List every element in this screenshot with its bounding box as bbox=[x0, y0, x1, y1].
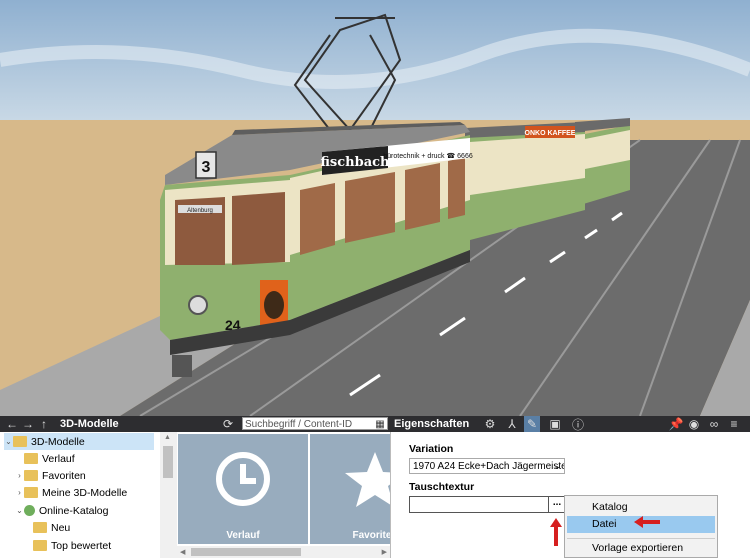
3d-viewport[interactable]: ONKO KAFFEE Altenburg 24 Jägermei bbox=[0, 0, 750, 416]
star-icon bbox=[345, 452, 390, 507]
chevron-right-icon[interactable]: › bbox=[15, 488, 24, 497]
refresh-icon[interactable]: ⟳ bbox=[220, 416, 236, 432]
tree-item-top-bewertet[interactable]: Top bewertet bbox=[33, 537, 111, 554]
chevron-down-icon[interactable]: ⌄ bbox=[4, 437, 13, 446]
models-panel-title: 3D-Modelle bbox=[60, 418, 119, 430]
tree-item-label: Favoriten bbox=[42, 469, 86, 482]
gear-icon[interactable]: ⚙ bbox=[482, 416, 498, 432]
clock-icon bbox=[216, 452, 270, 506]
trailer-ad: ONKO KAFFEE bbox=[525, 130, 576, 137]
eye-icon[interactable]: ◉ bbox=[686, 416, 702, 432]
link-icon[interactable]: ∞ bbox=[706, 416, 722, 432]
menu-separator bbox=[567, 538, 715, 539]
star-folder-icon bbox=[24, 470, 38, 481]
tile-verlauf[interactable]: Verlauf bbox=[178, 434, 308, 544]
properties-panel-title: Eigenschaften bbox=[394, 418, 470, 430]
tree-item-3d-modelle[interactable]: ⌄ 3D-Modelle bbox=[4, 433, 154, 450]
route-sign: 3 bbox=[202, 159, 211, 176]
tile-favoriten[interactable]: Favoriten bbox=[310, 434, 390, 544]
grid-icon[interactable]: ▦ bbox=[372, 416, 388, 432]
tree-item-label: Verlauf bbox=[42, 452, 75, 465]
menu-icon[interactable]: ≡ bbox=[726, 416, 742, 432]
tree-item-neu[interactable]: Neu bbox=[33, 519, 70, 536]
tile-label: Verlauf bbox=[226, 530, 260, 541]
menu-item-vorlage-exportieren[interactable]: Vorlage exportieren bbox=[567, 540, 715, 557]
tiles-scrollbar[interactable]: ◀ ▶ bbox=[177, 546, 390, 558]
chevron-down-icon: ⌄ bbox=[553, 461, 561, 471]
tree-item-meine-3d-modelle[interactable]: › Meine 3D-Modelle bbox=[15, 484, 127, 501]
menu-item-katalog[interactable]: Katalog bbox=[567, 499, 715, 516]
arrow-left-annotation-icon bbox=[634, 516, 660, 528]
folder-icon bbox=[24, 487, 38, 498]
variation-label: Variation bbox=[409, 443, 454, 455]
tree-item-online-katalog[interactable]: ⌄ Online-Katalog bbox=[15, 502, 108, 519]
model-tree: ⌄ 3D-Modelle Verlauf › Favoriten › Meine… bbox=[0, 432, 161, 558]
tree-item-label: 3D-Modelle bbox=[31, 435, 85, 448]
play-icon[interactable]: ▣ bbox=[547, 416, 563, 432]
tile-grid: Verlauf Favoriten bbox=[177, 432, 390, 546]
properties-panel-header: Eigenschaften ⚙ ⅄ ✎ ▣ ⓘ 📌 ◉ ∞ ≡ bbox=[390, 416, 750, 432]
folder-icon bbox=[33, 522, 47, 533]
arrow-right-icon[interactable]: → bbox=[20, 416, 36, 432]
axes-icon[interactable]: ⅄ bbox=[504, 416, 520, 432]
pin-icon[interactable]: 📌 bbox=[668, 416, 684, 432]
ad-brand: fischbach bbox=[320, 155, 390, 170]
tree-item-label: Meine 3D-Modelle bbox=[42, 486, 128, 499]
globe-icon bbox=[24, 505, 35, 516]
variation-value: 1970 A24 Ecke+Dach Jägermeister - bbox=[413, 461, 565, 472]
arrow-up-annotation-icon bbox=[550, 518, 562, 546]
brush-icon[interactable]: ✎ bbox=[524, 416, 540, 432]
chevron-right-icon[interactable]: › bbox=[15, 471, 24, 480]
chevron-down-icon[interactable]: ⌄ bbox=[15, 506, 24, 515]
ad-text: bürotechnik + druck ☎ 6666 bbox=[383, 152, 473, 160]
tree-item-favoriten[interactable]: › Favoriten bbox=[15, 467, 86, 484]
search-input[interactable]: Suchbegriff / Content-ID bbox=[242, 417, 388, 430]
tree-item-label: Top bewertet bbox=[51, 539, 112, 552]
tree-item-label: Online-Katalog bbox=[39, 504, 109, 517]
texture-input[interactable] bbox=[409, 496, 549, 513]
folder-icon bbox=[24, 453, 38, 464]
models-panel-header: ← → ↑ 3D-Modelle ⟳ Suchbegriff / Content… bbox=[0, 416, 390, 432]
sky bbox=[0, 0, 750, 135]
tree-scrollbar[interactable]: ▲ bbox=[160, 432, 178, 558]
variation-select[interactable]: 1970 A24 Ecke+Dach Jägermeister - ⌄ bbox=[409, 458, 565, 474]
folder-icon bbox=[13, 436, 27, 447]
destination-sign: Altenburg bbox=[187, 208, 213, 214]
arrow-left-icon[interactable]: ← bbox=[4, 416, 20, 432]
info-icon[interactable]: ⓘ bbox=[570, 416, 586, 432]
tree-item-verlauf[interactable]: Verlauf bbox=[15, 450, 75, 467]
folder-icon bbox=[33, 540, 47, 551]
arrow-up-icon[interactable]: ↑ bbox=[36, 416, 52, 432]
tile-label: Favoriten bbox=[352, 530, 390, 541]
tree-item-label: Neu bbox=[51, 521, 71, 534]
texture-label: Tauschtextur bbox=[409, 481, 475, 493]
